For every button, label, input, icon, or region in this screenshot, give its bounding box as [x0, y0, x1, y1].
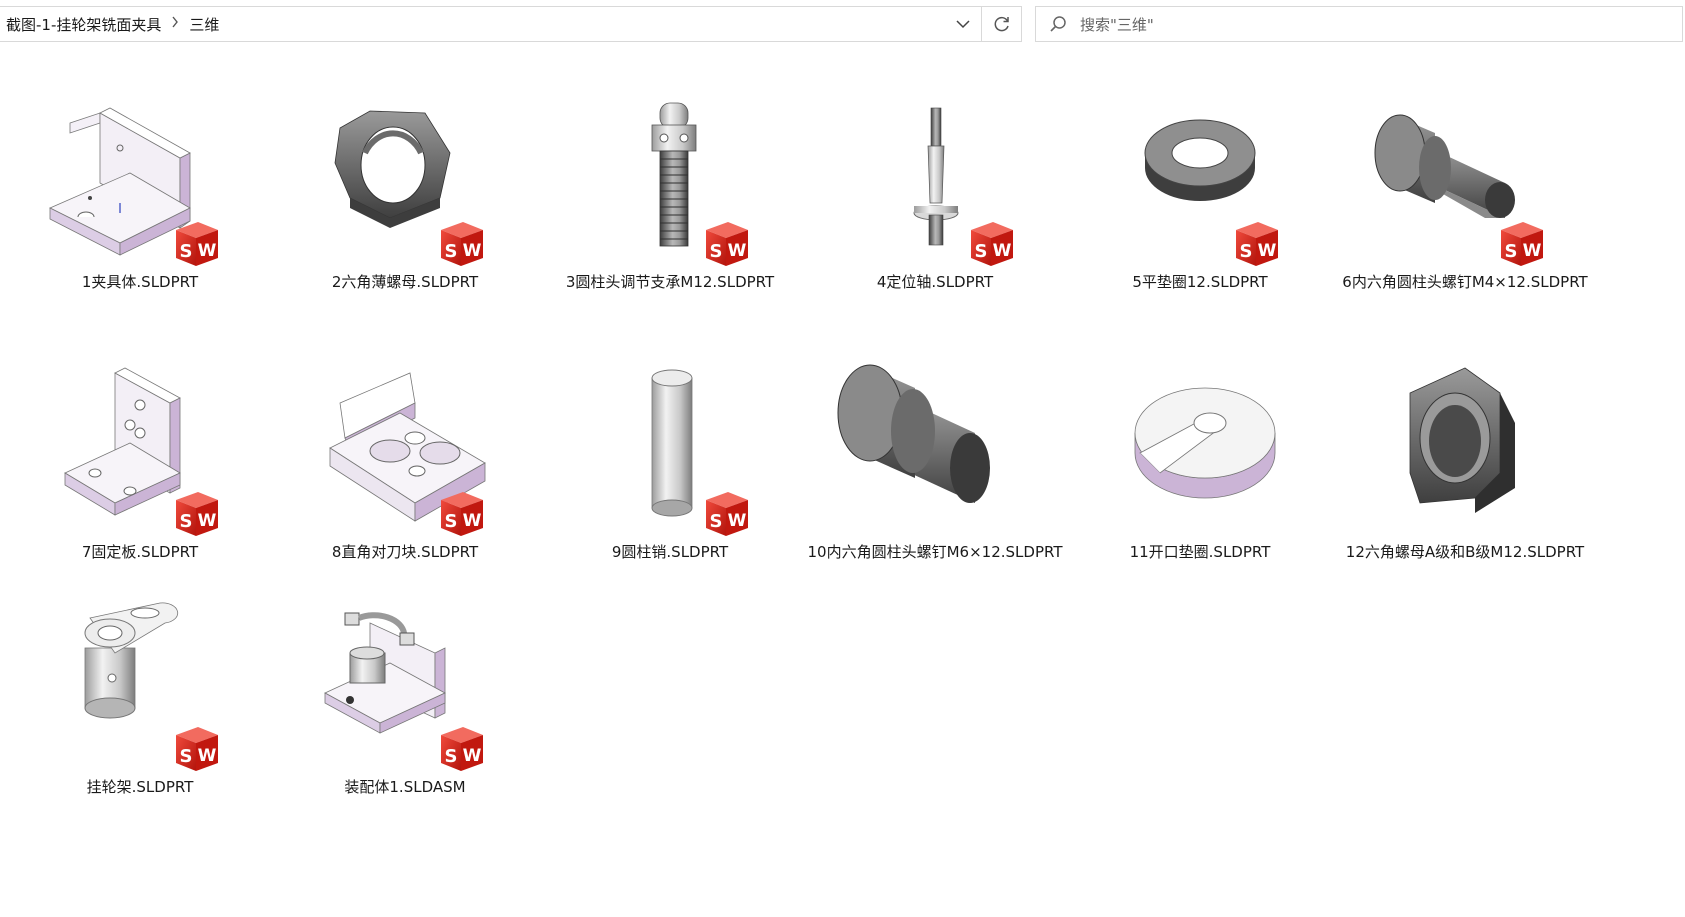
- solidworks-part-icon: SW: [702, 220, 752, 268]
- solidworks-part-icon: SW: [702, 490, 752, 538]
- locating-shaft-thumbnail: [825, 93, 1055, 263]
- file-item[interactable]: SW 3圆柱头调节支承M12.SLDPRT: [530, 63, 810, 313]
- svg-text:S: S: [710, 511, 723, 532]
- refresh-icon[interactable]: [981, 7, 1021, 41]
- svg-text:W: W: [728, 241, 747, 261]
- file-item[interactable]: SW 7固定板.SLDPRT: [0, 333, 280, 583]
- chevron-down-icon[interactable]: [945, 7, 981, 41]
- file-name[interactable]: 3圆柱头调节支承M12.SLDPRT: [530, 271, 810, 292]
- solidworks-part-icon: SW: [437, 490, 487, 538]
- solidworks-assembly-icon: SW: [437, 725, 487, 773]
- file-name[interactable]: 8直角对刀块.SLDPRT: [265, 541, 545, 562]
- solidworks-part-icon: SW: [172, 220, 222, 268]
- svg-text:W: W: [463, 241, 482, 261]
- gear-bracket-thumbnail: [30, 598, 260, 768]
- file-item[interactable]: 11开口垫圈.SLDPRT: [1060, 333, 1340, 583]
- hex-nut-thumbnail: [1355, 363, 1585, 533]
- svg-text:S: S: [180, 746, 193, 767]
- tool-setting-block-thumbnail: [295, 363, 525, 533]
- svg-text:S: S: [180, 511, 193, 532]
- file-name[interactable]: 挂轮架.SLDPRT: [0, 776, 280, 797]
- file-item[interactable]: SW 挂轮架.SLDPRT: [0, 568, 280, 818]
- file-name[interactable]: 2六角薄螺母.SLDPRT: [265, 271, 545, 292]
- search-icon[interactable]: [1036, 7, 1080, 41]
- svg-text:S: S: [180, 241, 193, 262]
- solidworks-part-icon: SW: [1232, 220, 1282, 268]
- cylindrical-pin-thumbnail: [560, 363, 790, 533]
- address-bar[interactable]: 截图-1-挂轮架铣面夹具 三维: [0, 6, 1022, 42]
- socket-cap-screw-small-thumbnail: [1355, 93, 1585, 263]
- breadcrumb-item-root[interactable]: 截图-1-挂轮架铣面夹具: [0, 14, 161, 35]
- flat-washer-thumbnail: [1090, 93, 1320, 263]
- svg-text:W: W: [993, 241, 1012, 261]
- chevron-right-icon[interactable]: [161, 16, 189, 32]
- svg-text:W: W: [463, 746, 482, 766]
- file-item[interactable]: SW 装配体1.SLDASM: [265, 568, 545, 818]
- file-item[interactable]: SW 1夹具体.SLDPRT: [0, 63, 280, 313]
- svg-text:W: W: [1258, 241, 1277, 261]
- svg-text:W: W: [198, 746, 217, 766]
- svg-text:W: W: [463, 511, 482, 531]
- file-item[interactable]: SW 5平垫圈12.SLDPRT: [1060, 63, 1340, 313]
- file-name[interactable]: 10内六角圆柱头螺钉M6×12.SLDPRT: [795, 541, 1075, 562]
- solidworks-part-icon: SW: [967, 220, 1017, 268]
- file-name[interactable]: 4定位轴.SLDPRT: [795, 271, 1075, 292]
- file-name[interactable]: 1夹具体.SLDPRT: [0, 271, 280, 292]
- file-item[interactable]: SW 4定位轴.SLDPRT: [795, 63, 1075, 313]
- solidworks-part-icon: SW: [437, 220, 487, 268]
- svg-text:S: S: [1240, 241, 1253, 262]
- svg-text:S: S: [445, 746, 458, 767]
- assembly-thumbnail: [295, 598, 525, 768]
- file-item[interactable]: SW 6内六角圆柱头螺钉M4×12.SLDPRT: [1325, 63, 1605, 313]
- socket-cap-screw-large-thumbnail: [825, 363, 1055, 533]
- file-name[interactable]: 9圆柱销.SLDPRT: [530, 541, 810, 562]
- svg-text:W: W: [198, 241, 217, 261]
- svg-text:S: S: [975, 241, 988, 262]
- adjustable-support-thumbnail: [560, 93, 790, 263]
- file-grid: SW 1夹具体.SLDPRT SW 2六角薄螺母.SLDPRT S W 3圆柱头…: [0, 48, 1685, 917]
- svg-text:S: S: [1505, 241, 1518, 262]
- fixed-plate-thumbnail: [30, 363, 260, 533]
- file-item[interactable]: 10内六角圆柱头螺钉M6×12.SLDPRT: [795, 333, 1075, 583]
- toolbar: 截图-1-挂轮架铣面夹具 三维 搜索"三维": [0, 0, 1685, 48]
- thin-hex-nut-thumbnail: [295, 93, 525, 263]
- svg-text:W: W: [1523, 241, 1542, 261]
- file-item[interactable]: SW 9圆柱销.SLDPRT: [530, 333, 810, 583]
- file-name[interactable]: 12六角螺母A级和B级M12.SLDPRT: [1325, 541, 1605, 562]
- svg-text:S: S: [445, 511, 458, 532]
- solidworks-part-icon: SW: [172, 725, 222, 773]
- file-item[interactable]: SW 2六角薄螺母.SLDPRT: [265, 63, 545, 313]
- solidworks-part-icon: SW: [172, 490, 222, 538]
- svg-text:W: W: [728, 511, 747, 531]
- svg-text:W: W: [198, 511, 217, 531]
- file-item[interactable]: 12六角螺母A级和B级M12.SLDPRT: [1325, 333, 1605, 583]
- search-placeholder[interactable]: 搜索"三维": [1080, 14, 1154, 35]
- fixture-body-thumbnail: [30, 93, 260, 263]
- breadcrumb-item-current[interactable]: 三维: [189, 14, 219, 35]
- open-washer-thumbnail: [1090, 363, 1320, 533]
- file-item[interactable]: SW 8直角对刀块.SLDPRT: [265, 333, 545, 583]
- svg-text:S: S: [710, 241, 723, 262]
- solidworks-part-icon: SW: [1497, 220, 1547, 268]
- file-name[interactable]: 5平垫圈12.SLDPRT: [1060, 271, 1340, 292]
- file-name[interactable]: 装配体1.SLDASM: [265, 776, 545, 797]
- file-name[interactable]: 7固定板.SLDPRT: [0, 541, 280, 562]
- search-box[interactable]: 搜索"三维": [1035, 6, 1683, 42]
- file-name[interactable]: 6内六角圆柱头螺钉M4×12.SLDPRT: [1325, 271, 1605, 292]
- svg-text:S: S: [445, 241, 458, 262]
- file-name[interactable]: 11开口垫圈.SLDPRT: [1060, 541, 1340, 562]
